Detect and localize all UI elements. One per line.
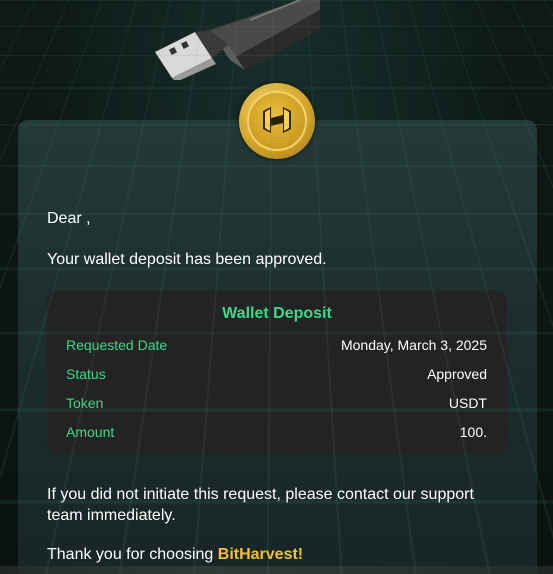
row-requested-date: Requested Date Monday, March 3, 2025 [66,336,487,354]
usb-drive-icon [155,0,320,80]
row-token: Token USDT [66,394,487,412]
amount-value: 100. [459,424,487,440]
bitharvest-coin-logo [263,107,291,133]
row-amount: Amount 100. [66,423,487,441]
greeting-text: Dear , [47,210,91,227]
logo-inner [247,91,307,151]
status-value: Approved [427,366,487,382]
requested-date-label: Requested Date [66,337,168,353]
status-label: Status [66,366,106,382]
token-label: Token [66,395,104,411]
token-value: USDT [448,395,487,411]
support-notice: If you did not initiate this request, pl… [47,486,474,524]
brand-name: BitHarvest! [217,546,304,563]
requested-date-value: Monday, March 3, 2025 [340,337,487,353]
deposit-summary-box: Wallet Deposit Requested Date Monday, Ma… [47,291,507,453]
bitharvest-logo [239,83,315,159]
deposit-title: Wallet Deposit [222,305,332,322]
amount-label: Amount [66,424,115,440]
approval-message: Your wallet deposit has been approved. [47,251,327,268]
row-status: Status Approved [66,365,487,383]
thanks-line: Thank you for choosing BitHarvest! [47,545,303,565]
bottom-strip [0,566,553,574]
thanks-prefix: Thank you for choosing [47,546,218,563]
